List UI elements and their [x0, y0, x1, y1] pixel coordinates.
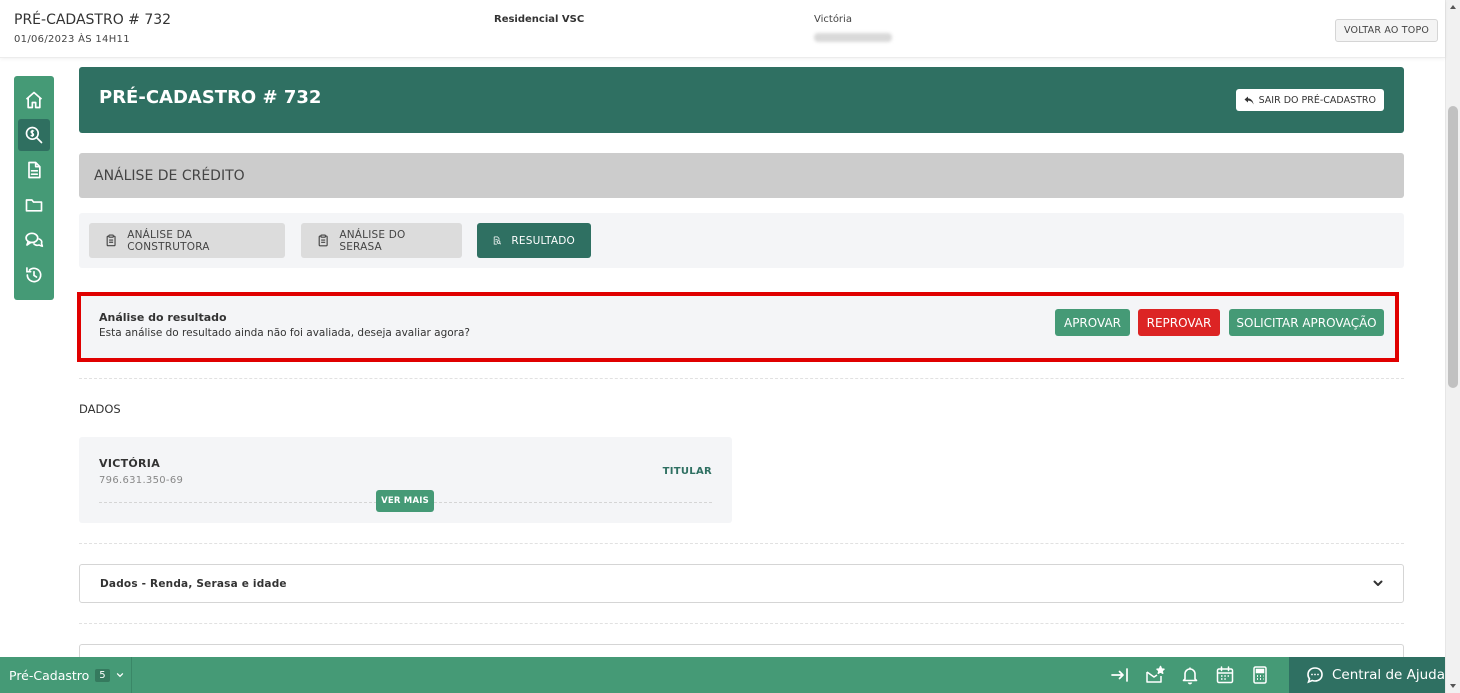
- analysis-tabs: ANÁLISE DA CONSTRUTORA ANÁLISE DO SERASA…: [79, 213, 1404, 268]
- calendar-icon[interactable]: [1215, 665, 1235, 685]
- tab-label: ANÁLISE DO SERASA: [339, 228, 406, 253]
- tab-label: ANÁLISE DA CONSTRUTORA: [127, 228, 210, 253]
- sidebar-item-documents[interactable]: [18, 154, 50, 186]
- header-client-name: Victória: [814, 14, 852, 25]
- exit-label: SAIR DO PRÉ-CADASTRO: [1258, 94, 1376, 106]
- help-center-button[interactable]: Central de Ajuda: [1289, 657, 1445, 693]
- module-label: Pré-Cadastro: [9, 667, 90, 683]
- person-card: VICTÓRIA 796.631.350-69 TITULAR VER MAIS: [79, 437, 732, 523]
- accordion-income-serasa-age[interactable]: Dados - Renda, Serasa e idade: [79, 564, 1404, 603]
- section-bar-credit-analysis: ANÁLISE DE CRÉDITO: [79, 153, 1404, 198]
- see-more-button[interactable]: VER MAIS: [376, 490, 434, 512]
- header-title: PRÉ-CADASTRO # 732: [14, 12, 172, 28]
- approve-button[interactable]: APROVAR: [1055, 309, 1130, 336]
- chevron-down-icon: [116, 673, 123, 678]
- sidebar-item-home[interactable]: [18, 84, 50, 116]
- chevron-down-icon: [1373, 580, 1383, 586]
- tab-serasa-analysis[interactable]: ANÁLISE DO SERASA: [301, 223, 462, 258]
- exit-pre-registration-button[interactable]: SAIR DO PRÉ-CADASTRO: [1235, 89, 1384, 111]
- divider: [79, 623, 1404, 624]
- result-analysis-alert: Análise do resultado Esta análise do res…: [77, 292, 1399, 362]
- reject-button[interactable]: REPROVAR: [1138, 309, 1220, 336]
- person-role-badge: TITULAR: [662, 466, 712, 477]
- collapse-icon[interactable]: [1110, 665, 1130, 685]
- scroll-up-arrow-icon[interactable]: [1450, 5, 1456, 9]
- section-title: ANÁLISE DE CRÉDITO: [94, 168, 245, 184]
- page-title: PRÉ-CADASTRO # 732: [99, 87, 322, 108]
- top-header: PRÉ-CADASTRO # 732 01/06/2023 ÀS 14H11 R…: [0, 0, 1445, 58]
- sidebar-rail: [14, 76, 54, 300]
- bottom-bar: Pré-Cadastro 5 Central de Ajuda: [0, 657, 1445, 693]
- page-scrollbar[interactable]: [1445, 0, 1460, 693]
- help-center-label: Central de Ajuda: [1332, 667, 1445, 683]
- chat-bubble-icon: [1307, 667, 1323, 684]
- history-icon: [26, 267, 42, 283]
- sidebar-item-folders[interactable]: [18, 189, 50, 221]
- alert-message: Esta análise do resultado ainda não foi …: [99, 327, 471, 339]
- tab-result[interactable]: RESULTADO: [477, 223, 591, 258]
- dados-section-label: DADOS: [79, 402, 121, 416]
- sidebar-item-credit-analysis[interactable]: [18, 119, 50, 151]
- folder-icon: [25, 199, 43, 212]
- calculator-icon[interactable]: [1250, 665, 1270, 685]
- tab-builder-analysis[interactable]: ANÁLISE DA CONSTRUTORA: [89, 223, 285, 258]
- page-header-card: PRÉ-CADASTRO # 732 SAIR DO PRÉ-CADASTRO: [79, 67, 1404, 133]
- chat-icon: [25, 232, 44, 248]
- module-count-badge: 5: [95, 668, 110, 682]
- back-to-top-button[interactable]: VOLTAR AO TOPO: [1335, 19, 1439, 42]
- bottom-toolbar-icons: [1110, 657, 1270, 693]
- undo-arrow-icon: [1244, 96, 1254, 104]
- header-client-blurred-info: [814, 33, 892, 42]
- sidebar-item-history[interactable]: [18, 259, 50, 291]
- clipboard-icon: [318, 234, 328, 247]
- scroll-thumb[interactable]: [1448, 106, 1458, 388]
- bell-icon[interactable]: [1180, 665, 1200, 685]
- tab-label: RESULTADO: [511, 234, 575, 247]
- sidebar-item-chat[interactable]: [18, 224, 50, 256]
- scroll-down-arrow-icon[interactable]: [1450, 684, 1456, 688]
- document-icon: [28, 161, 41, 179]
- person-name: VICTÓRIA: [99, 457, 161, 470]
- module-selector[interactable]: Pré-Cadastro 5: [0, 657, 132, 693]
- header-datetime: 01/06/2023 ÀS 14H11: [14, 34, 130, 45]
- person-cpf: 796.631.350-69: [99, 475, 184, 486]
- request-approval-button[interactable]: SOLICITAR APROVAÇÃO: [1229, 309, 1384, 336]
- header-project: Residencial VSC: [494, 14, 585, 25]
- divider: [79, 543, 1404, 544]
- mail-star-icon[interactable]: [1145, 665, 1165, 685]
- accordion-title: Dados - Renda, Serasa e idade: [100, 578, 287, 590]
- document-search-icon: [493, 236, 502, 245]
- divider: [79, 378, 1404, 379]
- home-icon: [25, 91, 43, 109]
- clipboard-icon: [106, 234, 116, 247]
- alert-title: Análise do resultado: [99, 311, 227, 324]
- money-search-icon: [25, 126, 43, 144]
